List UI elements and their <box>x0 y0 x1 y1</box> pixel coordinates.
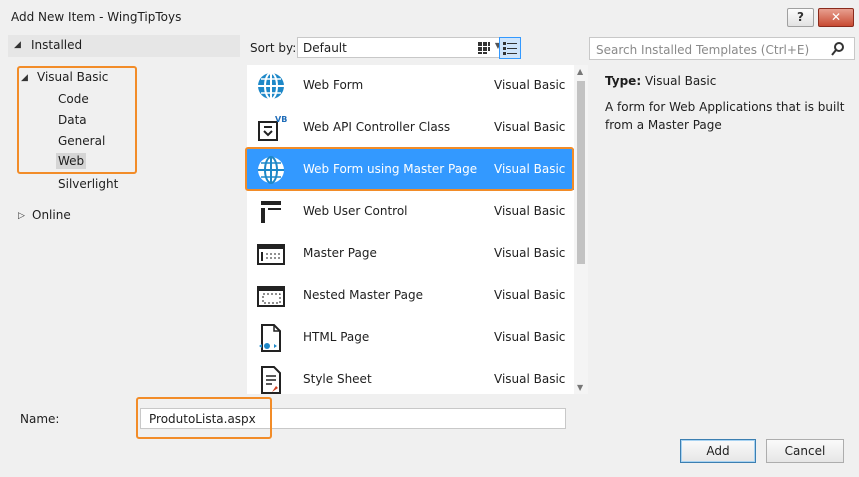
template-name: Web API Controller Class <box>303 120 451 134</box>
cancel-button[interactable]: Cancel <box>766 439 844 463</box>
highlight-box-selected-template <box>245 147 574 191</box>
template-language: Visual Basic <box>494 330 566 344</box>
template-description: A form for Web Applications that is buil… <box>605 100 845 132</box>
vb-controller-icon: VB <box>258 115 287 141</box>
scrollbar-thumb[interactable] <box>577 81 585 264</box>
globe-icon <box>258 72 284 100</box>
template-row-master-page[interactable]: Master Page Visual Basic <box>247 233 574 274</box>
template-name: Web User Control <box>303 204 408 218</box>
add-button[interactable]: Add <box>680 439 756 463</box>
medium-icons-view-button[interactable] <box>499 37 521 59</box>
template-name: Nested Master Page <box>303 288 423 302</box>
sort-value: Default <box>303 41 347 55</box>
type-value: Visual Basic <box>644 74 717 88</box>
type-label: Type: <box>605 74 642 88</box>
search-input[interactable]: Search Installed Templates (Ctrl+E) <box>589 37 855 60</box>
template-list-scrollbar[interactable]: ▲ ▼ <box>574 65 588 394</box>
title-bar: Add New Item - WingTipToys ? ✕ <box>0 0 859 35</box>
nested-master-page-icon <box>257 286 285 307</box>
grid-view-icon <box>478 42 490 54</box>
tree-label-installed: Installed <box>31 38 83 52</box>
template-language: Visual Basic <box>494 372 566 386</box>
list-view-icon <box>503 42 517 55</box>
template-name: Style Sheet <box>303 372 372 386</box>
svg-text:VB: VB <box>275 115 287 124</box>
close-button[interactable]: ✕ <box>818 8 854 27</box>
template-name: HTML Page <box>303 330 370 344</box>
name-label: Name: <box>20 412 60 426</box>
sort-toolbar: Sort by: Default ▼ <box>240 35 580 61</box>
template-name: Master Page <box>303 246 377 260</box>
style-sheet-icon <box>261 366 281 394</box>
search-placeholder: Search Installed Templates (Ctrl+E) <box>596 43 810 57</box>
template-language: Visual Basic <box>494 78 566 92</box>
html-page-icon <box>259 324 281 352</box>
type-line: Type: Visual Basic <box>605 74 716 88</box>
template-language: Visual Basic <box>494 246 566 260</box>
template-row-html-page[interactable]: HTML Page Visual Basic <box>247 317 574 358</box>
expanded-triangle-icon[interactable]: ◢ <box>14 40 21 50</box>
user-control-icon <box>261 201 281 223</box>
template-row-web-form[interactable]: Web Form Visual Basic <box>247 65 574 106</box>
template-row-web-user-control[interactable]: Web User Control Visual Basic <box>247 191 574 232</box>
tree-node-installed[interactable]: ◢ Installed <box>8 35 240 57</box>
template-list: Web Form Visual Basic VB Web API Control… <box>247 65 574 394</box>
template-language: Visual Basic <box>494 204 566 218</box>
template-row-style-sheet[interactable]: Style Sheet Visual Basic <box>247 359 574 394</box>
template-row-web-api-controller-class[interactable]: VB Web API Controller Class Visual Basic <box>247 107 574 148</box>
help-button[interactable]: ? <box>787 8 814 27</box>
template-name: Web Form <box>303 78 364 92</box>
template-row-nested-master-page[interactable]: Nested Master Page Visual Basic <box>247 275 574 316</box>
sort-label: Sort by: <box>250 41 297 55</box>
scroll-up-arrow-icon[interactable]: ▲ <box>577 67 583 76</box>
window-title: Add New Item - WingTipToys <box>11 10 182 24</box>
template-language: Visual Basic <box>494 288 566 302</box>
details-pane: Search Installed Templates (Ctrl+E) Type… <box>589 35 859 394</box>
template-language: Visual Basic <box>494 120 566 134</box>
highlight-box-visual-basic <box>17 66 137 174</box>
master-page-icon <box>257 244 285 265</box>
highlight-box-name-field <box>136 397 272 439</box>
search-icon[interactable] <box>830 41 846 57</box>
collapsed-triangle-icon[interactable]: ▷ <box>18 211 25 221</box>
tree-label-online: Online <box>32 208 71 222</box>
scroll-down-arrow-icon[interactable]: ▼ <box>577 383 583 392</box>
small-icons-view-button[interactable] <box>473 37 495 59</box>
tree-item-silverlight[interactable]: Silverlight <box>58 177 118 191</box>
